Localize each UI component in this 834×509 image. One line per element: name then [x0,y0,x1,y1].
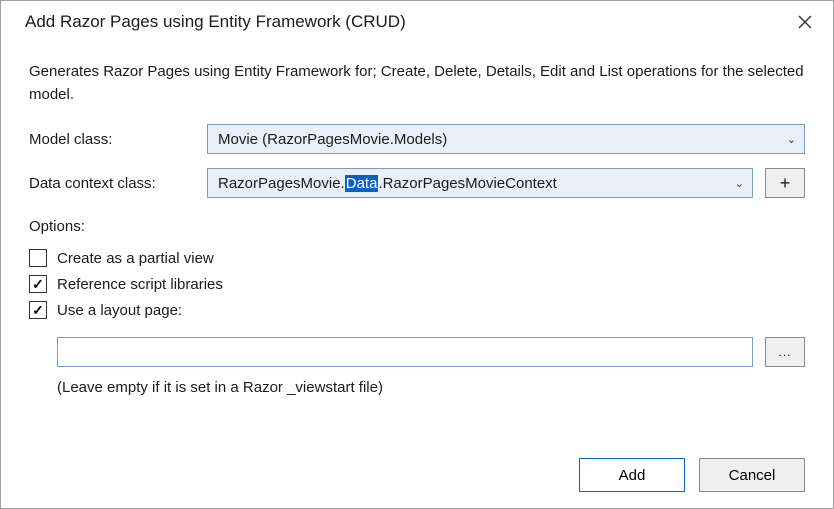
partial-view-checkbox[interactable] [29,249,47,267]
close-icon [798,15,812,29]
partial-view-label: Create as a partial view [57,250,214,267]
chevron-down-icon: ⌄ [781,133,796,146]
add-context-button[interactable]: + [765,168,805,198]
data-context-class-row: Data context class: RazorPagesMovie.Data… [29,168,805,198]
reference-scripts-checkbox[interactable] [29,275,47,293]
dialog-title: Add Razor Pages using Entity Framework (… [25,12,406,32]
model-class-row: Model class: Movie (RazorPagesMovie.Mode… [29,124,805,154]
browse-button[interactable]: ... [765,337,805,367]
use-layout-checkbox[interactable] [29,301,47,319]
dialog-body: Generates Razor Pages using Entity Frame… [1,41,833,508]
reference-scripts-row: Reference script libraries [29,275,805,293]
layout-path-input[interactable] [57,337,753,367]
model-class-value: Movie (RazorPagesMovie.Models) [218,131,781,148]
titlebar: Add Razor Pages using Entity Framework (… [1,1,833,41]
model-class-label: Model class: [29,131,207,148]
options-label: Options: [29,218,805,235]
data-context-class-label: Data context class: [29,175,207,192]
data-context-class-dropdown[interactable]: RazorPagesMovie.Data.RazorPagesMovieCont… [207,168,753,198]
use-layout-row: Use a layout page: [29,301,805,319]
chevron-down-icon: ⌄ [729,177,744,190]
plus-icon: + [780,173,791,194]
dialog-window: Add Razor Pages using Entity Framework (… [0,0,834,509]
dialog-description: Generates Razor Pages using Entity Frame… [29,61,805,106]
use-layout-label: Use a layout page: [57,302,182,319]
partial-view-row: Create as a partial view [29,249,805,267]
data-context-class-value: RazorPagesMovie.Data.RazorPagesMovieCont… [218,175,729,192]
dialog-footer: Add Cancel [29,438,805,492]
layout-path-row: ... [57,337,805,367]
ellipsis-icon: ... [778,345,791,359]
close-button[interactable] [791,11,819,33]
add-button[interactable]: Add [579,458,685,492]
cancel-button[interactable]: Cancel [699,458,805,492]
reference-scripts-label: Reference script libraries [57,276,223,293]
layout-hint: (Leave empty if it is set in a Razor _vi… [57,379,805,396]
model-class-dropdown[interactable]: Movie (RazorPagesMovie.Models) ⌄ [207,124,805,154]
